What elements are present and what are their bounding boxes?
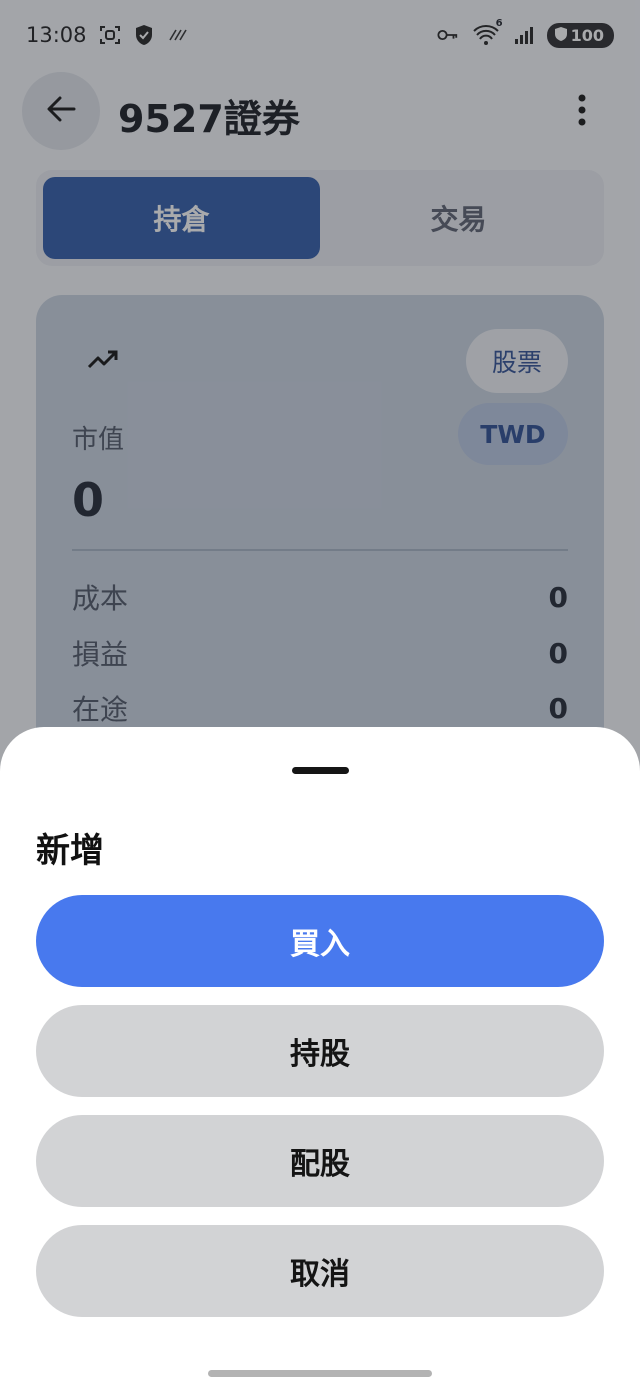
add-bottom-sheet: 新增 買入 持股 配股 取消	[0, 727, 640, 1387]
cancel-button[interactable]: 取消	[36, 1225, 604, 1317]
sheet-title: 新增	[36, 831, 104, 871]
buy-button[interactable]: 買入	[36, 895, 604, 987]
stock-dividend-button[interactable]: 配股	[36, 1115, 604, 1207]
drag-handle[interactable]	[292, 767, 349, 774]
home-indicator[interactable]	[208, 1370, 432, 1377]
holding-button[interactable]: 持股	[36, 1005, 604, 1097]
